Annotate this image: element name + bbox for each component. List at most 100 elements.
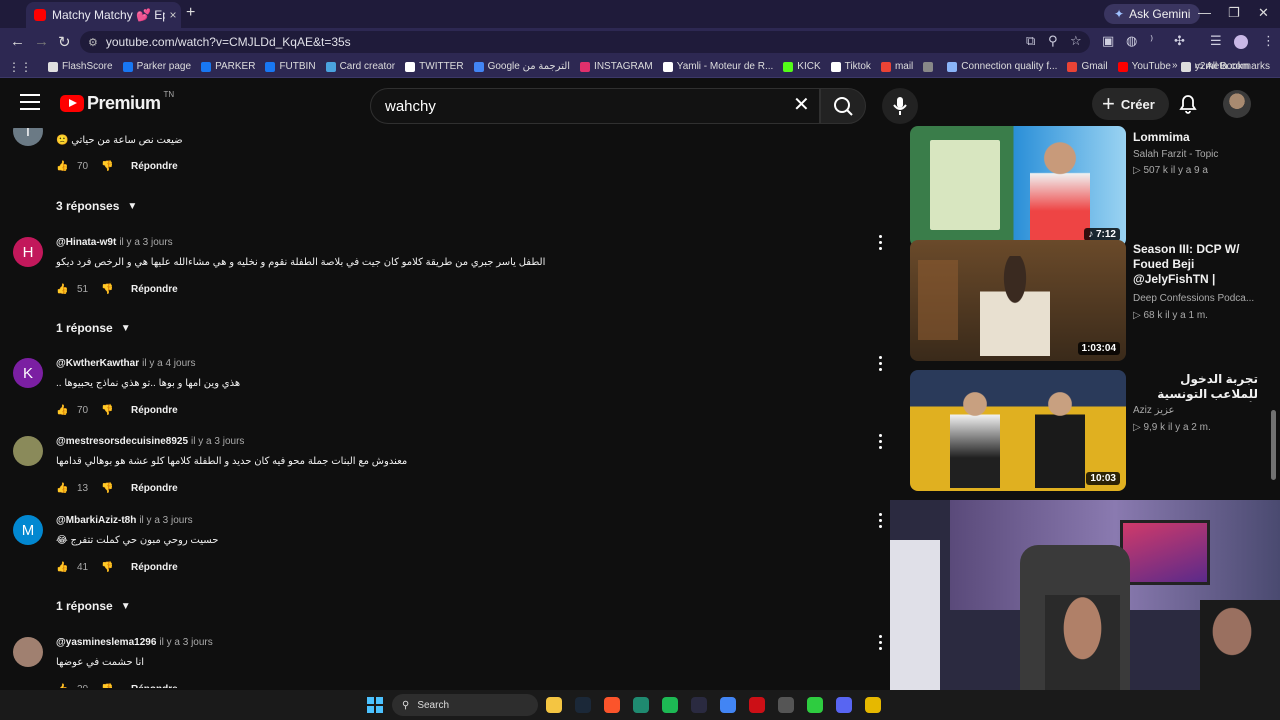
steam-icon[interactable] (575, 697, 591, 713)
clear-search-icon[interactable]: ✕ (793, 92, 810, 117)
avatar[interactable]: T (13, 128, 43, 146)
comment-author[interactable]: @Hinata-w9t il y a 3 jours (56, 237, 173, 248)
menu-kebab-icon[interactable]: ⋮ (1262, 33, 1275, 49)
bookmark-item[interactable]: mail (880, 61, 913, 72)
bookmark-item[interactable]: Parker page (122, 61, 191, 72)
comment-author[interactable]: @KwtherKawthar il y a 4 jours (56, 358, 195, 369)
reply-button[interactable]: Répondre (131, 562, 178, 573)
bookmark-item[interactable]: TWITTER (405, 61, 464, 72)
like-icon[interactable]: 👍 (56, 405, 70, 416)
comment-time[interactable]: il y a 3 jours (191, 436, 244, 447)
bookmark-item[interactable]: Tiktok (830, 61, 871, 72)
zoom-icon[interactable]: ⚲ (1048, 33, 1058, 49)
video-thumbnail[interactable]: ♪ 7:12 (910, 126, 1126, 247)
opera-icon[interactable] (749, 697, 765, 713)
bookmark-item[interactable]: Yamli - Moteur de R... (662, 61, 773, 72)
reply-button[interactable]: Répondre (131, 284, 178, 295)
tab-active[interactable]: Matchy Matchy 💕 Ep 93 Wah × (26, 2, 181, 28)
reply-button[interactable]: Répondre (131, 161, 178, 172)
extension-3-icon[interactable]: ⁾ (1150, 33, 1153, 49)
scrollbar[interactable] (1271, 410, 1276, 480)
like-icon[interactable]: 👍 (56, 562, 70, 573)
video-title[interactable]: Season III: DCP W/ Foued Beji @JelyFishT… (1133, 242, 1258, 287)
dislike-icon[interactable]: 👎 (101, 684, 115, 689)
more-bookmarks-icon[interactable]: » (1172, 60, 1178, 71)
like-icon[interactable]: 👍 (56, 284, 70, 295)
extensions-puzzle-icon[interactable]: ✣ (1174, 33, 1185, 49)
bookmark-item[interactable] (923, 61, 937, 72)
comment-author[interactable]: @yasmineslema1296 il y a 3 jours (56, 637, 213, 648)
comment-menu-icon[interactable] (877, 635, 883, 651)
bookmark-item[interactable]: KICK (783, 61, 821, 72)
avatar[interactable] (13, 436, 43, 466)
ask-gemini-button[interactable]: ✦ Ask Gemini (1104, 4, 1201, 24)
install-icon[interactable]: ⧉ (1026, 33, 1035, 49)
comment-time[interactable]: il y a 3 jours (139, 515, 192, 526)
app-yellow-icon[interactable] (865, 697, 881, 713)
dislike-icon[interactable]: 👎 (101, 562, 115, 573)
author-handle[interactable]: @Hinata-w9t (56, 237, 116, 248)
all-bookmarks[interactable]: ▭ All Bookmarks (1194, 61, 1270, 72)
search-button[interactable] (820, 88, 866, 124)
windows-start-icon[interactable] (367, 697, 383, 713)
bookmark-item[interactable]: FUTBIN (265, 61, 316, 72)
tab-close-icon[interactable]: × (165, 8, 181, 22)
discord-icon[interactable] (836, 697, 852, 713)
speedtest-icon[interactable] (691, 697, 707, 713)
apps-grid-icon[interactable]: ⋮⋮ (8, 60, 32, 74)
comment-time[interactable]: il y a 4 jours (142, 358, 195, 369)
back-icon[interactable]: ← (10, 33, 25, 50)
bookmark-star-icon[interactable]: ☆ (1070, 33, 1082, 49)
author-handle[interactable]: @mestresorsdecuisine8925 (56, 436, 188, 447)
dislike-icon[interactable]: 👎 (101, 483, 115, 494)
create-button[interactable]: + Créer (1092, 88, 1169, 120)
minimize-icon[interactable]: — (1198, 5, 1211, 20)
taskbar-search[interactable]: ⚲ Search (392, 694, 538, 716)
file-explorer-icon[interactable] (546, 697, 562, 713)
dislike-icon[interactable]: 👎 (101, 284, 115, 295)
bookmark-item[interactable]: PARKER (201, 61, 255, 72)
dislike-icon[interactable]: 👎 (101, 161, 115, 172)
url-text[interactable]: youtube.com/watch?v=CMJLDd_KqAE&t=35s (106, 35, 351, 49)
author-handle[interactable]: @MbarkiAziz-t8h (56, 515, 136, 526)
comment-menu-icon[interactable] (877, 434, 883, 450)
avatar[interactable]: M (13, 515, 43, 545)
profile-icon[interactable] (1234, 35, 1248, 49)
bookmark-item[interactable]: YouTube (1117, 61, 1171, 72)
app-green-icon[interactable] (633, 697, 649, 713)
forward-icon[interactable]: → (34, 33, 49, 50)
bookmark-item[interactable]: INSTAGRAM (580, 61, 653, 72)
author-handle[interactable]: @KwtherKawthar (56, 358, 139, 369)
extension-2-icon[interactable]: ◍ (1126, 33, 1137, 49)
channel-name[interactable]: Aziz عزيز (1133, 405, 1258, 416)
user-avatar[interactable] (1223, 90, 1251, 118)
channel-name[interactable]: Deep Confessions Podca... (1133, 293, 1258, 304)
avatar[interactable]: H (13, 237, 43, 267)
view-replies-button[interactable]: 1 réponse ▼ (56, 599, 131, 613)
hamburger-menu-icon[interactable] (20, 94, 40, 110)
app-gray-icon[interactable] (778, 697, 794, 713)
comment-menu-icon[interactable] (877, 356, 883, 372)
comment-time[interactable]: il y a 3 jours (119, 237, 172, 248)
comment-time[interactable]: il y a 3 jours (159, 637, 212, 648)
comment-menu-icon[interactable] (877, 513, 883, 529)
reply-button[interactable]: Répondre (131, 405, 178, 416)
app-green2-icon[interactable] (807, 697, 823, 713)
close-window-icon[interactable]: ✕ (1258, 5, 1269, 21)
comment-menu-icon[interactable] (877, 235, 883, 251)
author-handle[interactable]: @yasmineslema1296 (56, 637, 156, 648)
channel-name[interactable]: Salah Farzit - Topic (1133, 149, 1258, 160)
search-input[interactable]: wahchy (370, 88, 820, 124)
omnibox[interactable]: ⚙ youtube.com/watch?v=CMJLDd_KqAE&t=35s (80, 31, 1090, 53)
bookmark-item[interactable]: FlashScore (48, 61, 113, 72)
spotify-icon[interactable] (662, 697, 678, 713)
reply-button[interactable]: Répondre (131, 684, 178, 689)
video-thumbnail[interactable]: 1:03:04 (910, 240, 1126, 361)
comment-author[interactable]: @MbarkiAziz-t8h il y a 3 jours (56, 515, 193, 526)
voice-search-button[interactable] (882, 88, 918, 124)
video-thumbnail[interactable]: 10:03 (910, 370, 1126, 491)
avatar[interactable]: K (13, 358, 43, 388)
restore-icon[interactable]: ❐ (1228, 5, 1240, 21)
dislike-icon[interactable]: 👎 (101, 405, 115, 416)
view-replies-button[interactable]: 1 réponse ▼ (56, 321, 131, 335)
